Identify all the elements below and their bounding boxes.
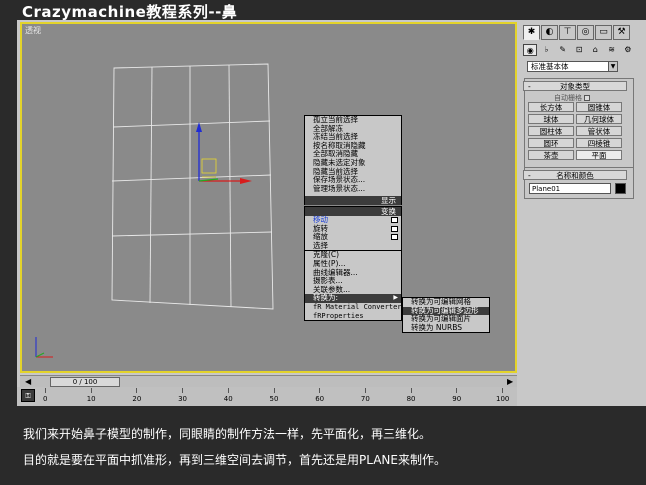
perspective-viewport[interactable]: 透视 孤立当前选择 全部解冻 冻结当前选择 按名称取消隐藏 全部取消隐藏 隐藏未… bbox=[20, 22, 517, 373]
timeline-tick bbox=[182, 388, 184, 393]
box-button[interactable]: 长方体 bbox=[528, 102, 574, 112]
convert-submenu: 转换为可编辑网格 转换为可编辑多边形 转换为可编辑面片 转换为 NURBS bbox=[402, 297, 490, 334]
command-panel: ✱ ◐ ⊤ ◎ ▭ ⚒ ◉ ♭ ✎ ⊡ ⌂ ≋ ⚙ 标准基本体 ▼ - 对象类型 … bbox=[520, 22, 638, 373]
teapot-button[interactable]: 茶壶 bbox=[528, 150, 574, 160]
menu-item-manage-scene-states[interactable]: 管理场景状态... bbox=[305, 184, 401, 194]
time-slider[interactable]: 0 / 100 bbox=[50, 377, 120, 387]
menu-item-convert-to[interactable]: 转换为: ▶ bbox=[305, 294, 401, 303]
time-prev-arrow-icon[interactable]: ◀ bbox=[25, 376, 31, 387]
timeline-tick bbox=[319, 388, 321, 393]
cylinder-button[interactable]: 圆柱体 bbox=[528, 126, 574, 136]
command-panel-tabs: ✱ ◐ ⊤ ◎ ▭ ⚒ bbox=[523, 25, 635, 41]
timeline-tick bbox=[502, 388, 503, 393]
menu-item-fr-properties[interactable]: fRProperties bbox=[305, 312, 401, 321]
cameras-icon[interactable]: ⊡ bbox=[572, 44, 586, 56]
submenu-item-nurbs[interactable]: 转换为 NURBS bbox=[403, 323, 489, 333]
timeline-tick-label: 40 bbox=[223, 395, 233, 403]
caption-line-2: 目的就是要在平面中抓准形，再到三维空间去调节，首先还是用PLANE来制作。 bbox=[23, 453, 446, 467]
track-bar[interactable]: ⚿ 0 10 20 30 40 50 60 70 80 90 100 bbox=[17, 387, 517, 406]
timeline-tick-label: 20 bbox=[132, 395, 142, 403]
timeline-tick-label: 70 bbox=[360, 395, 370, 403]
time-slider-bar: ◀ 0 / 100 ▶ bbox=[20, 375, 517, 387]
quad-menu-transform: 变换 移动 旋转 缩放 选择 克隆(C) 属性(P)... 曲线编辑器... 摄… bbox=[304, 206, 402, 322]
timeline-tick bbox=[456, 388, 458, 393]
collapse-icon: - bbox=[528, 82, 531, 91]
world-axis-icon bbox=[35, 337, 53, 358]
torus-button[interactable]: 圆环 bbox=[528, 138, 574, 148]
menu-item-convert-label: 转换为: bbox=[313, 293, 339, 303]
shapes-icon[interactable]: ♭ bbox=[539, 44, 553, 56]
auto-grid-label: 自动栅格 bbox=[554, 94, 582, 102]
timeline-tick-label: 100 bbox=[496, 395, 510, 403]
timeline-tick bbox=[364, 388, 366, 393]
object-name-field[interactable]: Plane01 bbox=[529, 183, 611, 194]
chevron-down-icon[interactable]: ▼ bbox=[608, 62, 617, 71]
spacewarps-icon[interactable]: ≋ bbox=[604, 44, 618, 56]
geosphere-button[interactable]: 几何球体 bbox=[576, 114, 622, 124]
scale-settings-box[interactable] bbox=[391, 234, 398, 241]
move-settings-box[interactable] bbox=[391, 217, 398, 223]
name-color-header[interactable]: - 名称和颜色 bbox=[523, 170, 627, 180]
object-color-swatch[interactable] bbox=[615, 183, 626, 194]
plane-mesh bbox=[111, 63, 274, 310]
time-next-arrow-icon[interactable]: ▶ bbox=[507, 376, 513, 387]
lights-icon[interactable]: ✎ bbox=[556, 44, 570, 56]
create-tab-icon[interactable]: ✱ bbox=[523, 25, 540, 40]
timeline-tick bbox=[90, 388, 92, 393]
timeline-tick-label: 50 bbox=[269, 395, 279, 403]
menu-item-material-converter[interactable]: fR Material Converter bbox=[305, 303, 402, 312]
category-icons: ◉ ♭ ✎ ⊡ ⌂ ≋ ⚙ bbox=[523, 44, 635, 58]
geometry-icon[interactable]: ◉ bbox=[523, 44, 538, 56]
timeline-tick-label: 30 bbox=[178, 395, 188, 403]
tube-button[interactable]: 管状体 bbox=[576, 126, 622, 136]
move-gizmo bbox=[196, 122, 252, 184]
hierarchy-tab-icon[interactable]: ⊤ bbox=[559, 25, 576, 40]
cone-button[interactable]: 圆锥体 bbox=[576, 102, 622, 112]
submenu-arrow-icon: ▶ bbox=[393, 294, 398, 302]
systems-icon[interactable]: ⚙ bbox=[621, 44, 635, 56]
timeline-tick-label: 60 bbox=[315, 395, 325, 403]
caption-line-1: 我们来开始鼻子模型的制作，同眼睛的制作方法一样，先平面化，再三维化。 bbox=[23, 427, 432, 441]
pyramid-button[interactable]: 四棱锥 bbox=[576, 138, 622, 148]
name-color-title: 名称和颜色 bbox=[556, 171, 594, 180]
rotate-settings-box[interactable] bbox=[391, 225, 398, 232]
timeline-tick bbox=[273, 388, 275, 393]
motion-tab-icon[interactable]: ◎ bbox=[577, 25, 594, 40]
timeline-tick-label: 0 bbox=[43, 395, 48, 403]
key-filter-icon[interactable]: ⚿ bbox=[21, 389, 35, 402]
timeline-tick bbox=[136, 388, 138, 393]
plane-button[interactable]: 平面 bbox=[576, 150, 622, 160]
page-title: Crazymachine教程系列--鼻 bbox=[22, 3, 238, 21]
collapse-icon: - bbox=[528, 171, 531, 180]
menu-item-scale-label: 缩放 bbox=[313, 232, 328, 242]
auto-grid-box[interactable] bbox=[584, 95, 591, 101]
dropdown-value: 标准基本体 bbox=[531, 62, 569, 71]
object-type-header[interactable]: - 对象类型 bbox=[523, 81, 627, 91]
primitive-type-dropdown[interactable]: 标准基本体 ▼ bbox=[527, 61, 618, 72]
sphere-button[interactable]: 球体 bbox=[528, 114, 574, 124]
utilities-tab-icon[interactable]: ⚒ bbox=[613, 25, 630, 40]
timeline-tick-label: 90 bbox=[452, 395, 462, 403]
object-type-title: 对象类型 bbox=[560, 82, 590, 91]
timeline-tick-label: 10 bbox=[86, 395, 96, 403]
caption-area: 我们来开始鼻子模型的制作，同眼睛的制作方法一样，先平面化，再三维化。 目的就是要… bbox=[0, 406, 646, 485]
timeline-tick bbox=[45, 388, 46, 393]
timeline-tick bbox=[227, 388, 229, 393]
quad-header-display: 显示 bbox=[305, 196, 401, 206]
timeline-tick bbox=[410, 388, 412, 393]
timeline-tick-label: 80 bbox=[406, 395, 416, 403]
display-tab-icon[interactable]: ▭ bbox=[595, 25, 612, 40]
title-bar: Crazymachine教程系列--鼻 bbox=[0, 0, 646, 22]
helpers-icon[interactable]: ⌂ bbox=[588, 44, 602, 56]
modify-tab-icon[interactable]: ◐ bbox=[541, 25, 558, 40]
quad-menu-display: 孤立当前选择 全部解冻 冻结当前选择 按名称取消隐藏 全部取消隐藏 隐藏未选定对… bbox=[304, 115, 402, 206]
